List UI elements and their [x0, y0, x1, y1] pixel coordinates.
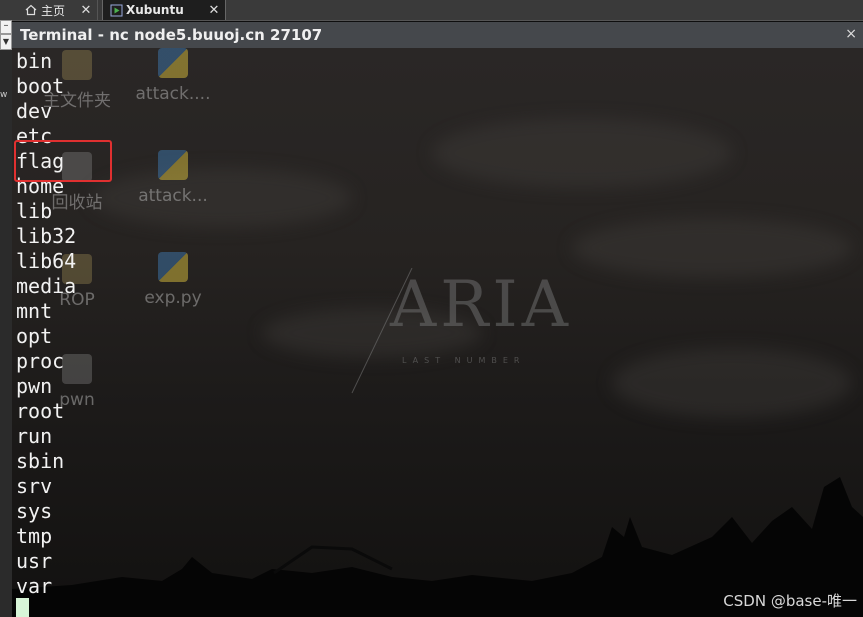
vm-play-icon [109, 3, 123, 17]
terminal-line: bin [16, 49, 53, 73]
terminal-line: opt [16, 324, 53, 348]
terminal-line: pwn [16, 374, 53, 398]
wallpaper-logo-subtext: LAST NUMBER [402, 356, 526, 365]
wallpaper-logo-text: ARIA [390, 268, 572, 342]
terminal-line: lib64 [16, 249, 77, 273]
tab-bar: 主页 ✕ Xubuntu ✕ [0, 0, 863, 21]
desktop-icon-attack-2[interactable]: attack... [128, 150, 218, 206]
terminal-line: boot [16, 74, 65, 98]
python-file-icon [158, 252, 188, 282]
terminal-line: mnt [16, 299, 53, 323]
chevron-down-icon[interactable]: ▼ [0, 34, 12, 50]
window-control-icon[interactable]: – [0, 20, 12, 34]
terminal-line: var [16, 574, 53, 598]
desktop-wallpaper: 主文件夹 attack.... 回收站 attack... ROP exp.py… [12, 48, 863, 617]
close-icon[interactable]: ✕ [207, 3, 221, 18]
python-file-icon [158, 150, 188, 180]
desktop-icon-exp[interactable]: exp.py [128, 252, 218, 308]
terminal-line: media [16, 274, 77, 298]
terminal-line: sys [16, 499, 53, 523]
home-icon [24, 3, 38, 17]
terminal-line: sbin [16, 449, 65, 473]
watermark: CSDN @base-唯一 [723, 592, 857, 610]
tab-home[interactable]: 主页 ✕ [18, 0, 98, 20]
wallpaper-logo: ARIA LAST NUMBER [342, 268, 582, 398]
desktop-icon-attack-1[interactable]: attack.... [128, 48, 218, 104]
screenshot-root: 主页 ✕ Xubuntu ✕ – ▼ w Terminal - nc node5… [0, 0, 863, 617]
terminal-output: bin boot dev etc flag home lib lib32 lib… [16, 49, 76, 599]
desktop-icon-label: attack... [138, 186, 208, 206]
python-file-icon [158, 48, 188, 78]
window-title: Terminal - nc node5.buuoj.cn 27107 [20, 26, 323, 44]
terminal-line: root [16, 399, 65, 423]
terminal-line: proc [16, 349, 65, 373]
tab-home-label: 主页 [41, 3, 66, 18]
terminal-cursor[interactable] [16, 598, 29, 617]
desktop-icon-label: attack.... [135, 84, 211, 104]
terminal-line: usr [16, 549, 53, 573]
stub-letter: w [0, 90, 8, 100]
terminal-line: tmp [16, 524, 53, 548]
left-toolbar-stub: – ▼ w [0, 20, 12, 617]
terminal-line: srv [16, 474, 53, 498]
close-icon[interactable]: ✕ [79, 3, 93, 18]
tab-xubuntu[interactable]: Xubuntu ✕ [102, 0, 226, 20]
flag-highlight-box [14, 140, 112, 182]
terminal-line: dev [16, 99, 53, 123]
terminal-line: lib32 [16, 224, 77, 248]
close-icon[interactable]: × [845, 26, 857, 42]
terminal-line: run [16, 424, 53, 448]
desktop-icon-label: exp.py [144, 288, 202, 308]
terminal-title-bar[interactable]: Terminal - nc node5.buuoj.cn 27107 × [12, 22, 863, 48]
tab-xubuntu-label: Xubuntu [126, 3, 184, 17]
terminal-line: lib [16, 199, 53, 223]
